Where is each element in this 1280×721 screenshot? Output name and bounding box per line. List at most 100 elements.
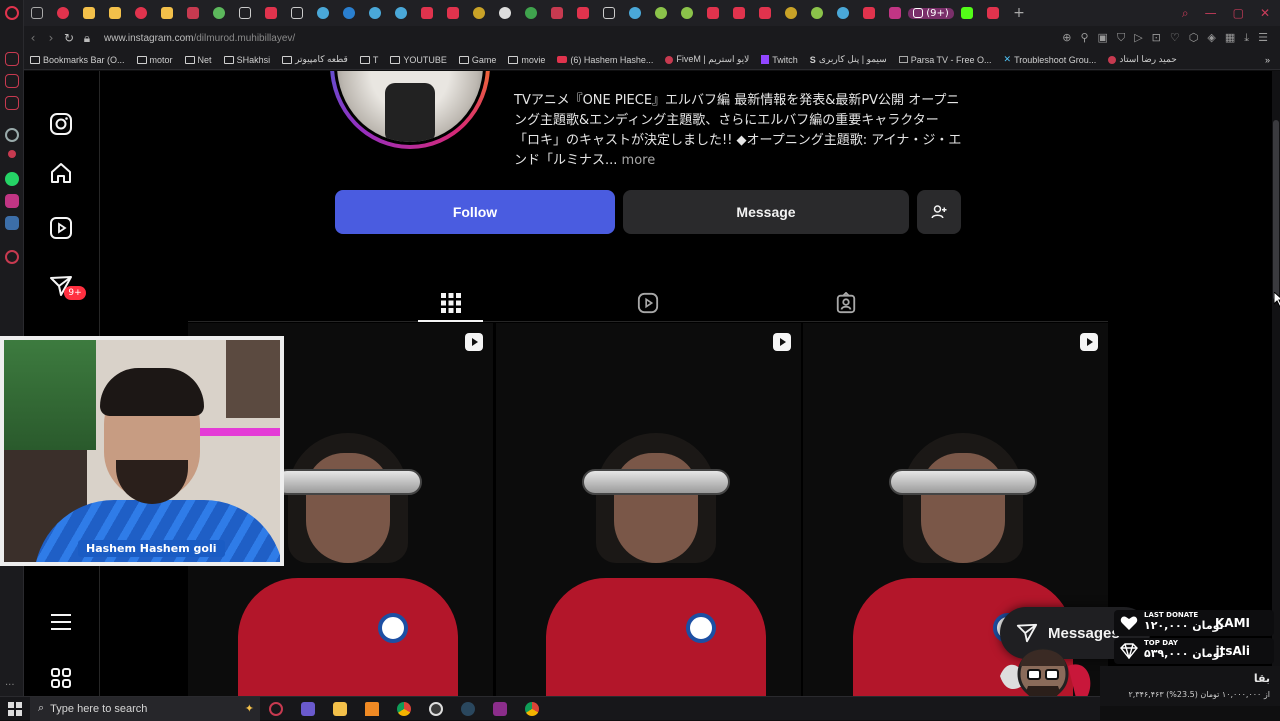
tab[interactable] bbox=[206, 0, 232, 26]
tab[interactable] bbox=[518, 0, 544, 26]
reload-icon[interactable]: ↻ bbox=[60, 31, 78, 45]
tab[interactable] bbox=[674, 0, 700, 26]
windows-start-icon[interactable] bbox=[0, 701, 30, 716]
tab[interactable] bbox=[570, 0, 596, 26]
bookmark-item[interactable]: Net bbox=[179, 55, 218, 65]
bookmark-item[interactable]: حمید رضا استاد bbox=[1102, 54, 1182, 65]
pin-icon[interactable]: ⚲ bbox=[1080, 31, 1088, 45]
tab[interactable] bbox=[804, 0, 830, 26]
search-tabs-icon[interactable]: ⌕ bbox=[1182, 6, 1189, 21]
file-explorer-icon[interactable] bbox=[324, 697, 356, 721]
post-thumbnail[interactable] bbox=[496, 323, 801, 696]
bookmark-item[interactable]: movie bbox=[502, 55, 551, 65]
vlc-icon[interactable] bbox=[356, 697, 388, 721]
tab[interactable] bbox=[596, 0, 622, 26]
shield-icon[interactable]: ⛉ bbox=[1117, 31, 1125, 45]
tab-instagram-active[interactable]: (9+) bbox=[908, 7, 954, 19]
bookmark-item[interactable]: S سیمو | پنل کاربری bbox=[804, 54, 893, 65]
tab[interactable] bbox=[76, 0, 102, 26]
bookmark-item[interactable]: (6) Hashem Hashe... bbox=[551, 55, 659, 65]
bookmarks-overflow-icon[interactable]: » bbox=[1265, 55, 1280, 65]
zoom-icon[interactable]: ⊕ bbox=[1062, 31, 1071, 45]
steam-icon[interactable] bbox=[452, 697, 484, 721]
tab-tagged[interactable] bbox=[831, 288, 861, 318]
home-icon[interactable] bbox=[48, 160, 74, 186]
whatsapp-icon[interactable] bbox=[5, 172, 19, 186]
download-icon[interactable]: ⤓ bbox=[1244, 31, 1249, 45]
snapshot-icon[interactable]: ▣ bbox=[1098, 31, 1108, 45]
tab[interactable] bbox=[980, 0, 1006, 26]
taskbar-app[interactable] bbox=[260, 697, 292, 721]
bookmark-item[interactable]: SHakhsi bbox=[218, 55, 277, 65]
sidebar-app-icon[interactable] bbox=[5, 96, 19, 110]
tab[interactable] bbox=[856, 0, 882, 26]
opera-logo-icon[interactable] bbox=[5, 6, 19, 20]
tab[interactable] bbox=[726, 0, 752, 26]
close-icon[interactable]: ✕ bbox=[1260, 6, 1270, 21]
bookmark-item[interactable]: قطعه کامپیوتر bbox=[276, 54, 354, 65]
bookmark-item[interactable]: motor bbox=[131, 55, 179, 65]
tab[interactable] bbox=[362, 0, 388, 26]
tab[interactable] bbox=[310, 0, 336, 26]
sidebar-app-icon[interactable] bbox=[5, 74, 19, 88]
tab[interactable] bbox=[752, 0, 778, 26]
tab[interactable] bbox=[622, 0, 648, 26]
maximize-icon[interactable]: ▢ bbox=[1233, 6, 1244, 21]
tab[interactable] bbox=[414, 0, 440, 26]
taskbar-search[interactable]: ⌕ Type here to search ✦ bbox=[30, 696, 260, 721]
tab[interactable] bbox=[648, 0, 674, 26]
tab[interactable] bbox=[24, 0, 50, 26]
lock-icon[interactable]: 🔒︎ bbox=[78, 31, 96, 46]
play-icon[interactable]: ▷ bbox=[1134, 31, 1142, 45]
heart-icon[interactable]: ♡ bbox=[1170, 31, 1180, 45]
chrome-icon[interactable] bbox=[516, 697, 548, 721]
scrollbar-thumb[interactable] bbox=[1273, 120, 1279, 300]
tab[interactable] bbox=[882, 0, 908, 26]
obs-icon[interactable] bbox=[420, 697, 452, 721]
tab[interactable] bbox=[778, 0, 804, 26]
tab[interactable] bbox=[830, 0, 856, 26]
sidebar-app-icon[interactable] bbox=[8, 150, 16, 158]
tab[interactable] bbox=[128, 0, 154, 26]
reels-icon[interactable] bbox=[48, 215, 74, 241]
sidebar-app-icon[interactable] bbox=[5, 216, 19, 230]
tab[interactable] bbox=[440, 0, 466, 26]
bookmark-item[interactable]: FiveM | لایو استریم bbox=[659, 54, 755, 65]
tab[interactable] bbox=[180, 0, 206, 26]
minimize-icon[interactable]: — bbox=[1205, 6, 1217, 21]
bookmark-item[interactable]: T bbox=[354, 55, 385, 65]
tab[interactable] bbox=[336, 0, 362, 26]
bookmark-item[interactable]: Parsa TV - Free O... bbox=[893, 55, 998, 65]
chatgpt-icon[interactable] bbox=[5, 128, 19, 142]
wallet-icon[interactable]: ◈ bbox=[1207, 31, 1215, 45]
profile-avatar[interactable] bbox=[330, 71, 490, 149]
forward-icon[interactable]: › bbox=[42, 31, 60, 45]
follow-button[interactable]: Follow bbox=[335, 190, 615, 234]
tab[interactable] bbox=[954, 0, 980, 26]
heart-icon[interactable] bbox=[5, 250, 19, 264]
tab[interactable] bbox=[700, 0, 726, 26]
tab-posts-grid[interactable] bbox=[436, 288, 466, 318]
instagram-icon[interactable] bbox=[5, 194, 19, 208]
profile-icon[interactable]: ▦ bbox=[1225, 31, 1235, 45]
tab[interactable] bbox=[258, 0, 284, 26]
tab[interactable] bbox=[492, 0, 518, 26]
message-button[interactable]: Message bbox=[623, 190, 909, 234]
url-field[interactable]: www.instagram.com/dilmurod.muhibillayev/ bbox=[104, 33, 295, 44]
bookmark-icon[interactable]: ⊡ bbox=[1152, 31, 1161, 45]
extensions-icon[interactable]: ⬡ bbox=[1189, 31, 1199, 45]
more-icon[interactable]: ··· bbox=[5, 680, 19, 694]
instagram-logo-icon[interactable] bbox=[48, 111, 74, 137]
tab[interactable] bbox=[388, 0, 414, 26]
tab[interactable] bbox=[232, 0, 258, 26]
more-menu-icon[interactable] bbox=[48, 609, 74, 635]
tab[interactable] bbox=[50, 0, 76, 26]
bookmark-item[interactable]: ✕ Troubleshoot Grou... bbox=[998, 54, 1103, 65]
bookmark-item[interactable]: YOUTUBE bbox=[384, 55, 453, 65]
bookmark-item[interactable]: Bookmarks Bar (O... bbox=[24, 55, 131, 65]
chrome-icon[interactable] bbox=[388, 697, 420, 721]
tab-reels[interactable] bbox=[633, 288, 663, 318]
tab[interactable] bbox=[544, 0, 570, 26]
new-tab-icon[interactable]: + bbox=[1006, 0, 1032, 26]
also-from-meta-icon[interactable] bbox=[48, 665, 74, 691]
